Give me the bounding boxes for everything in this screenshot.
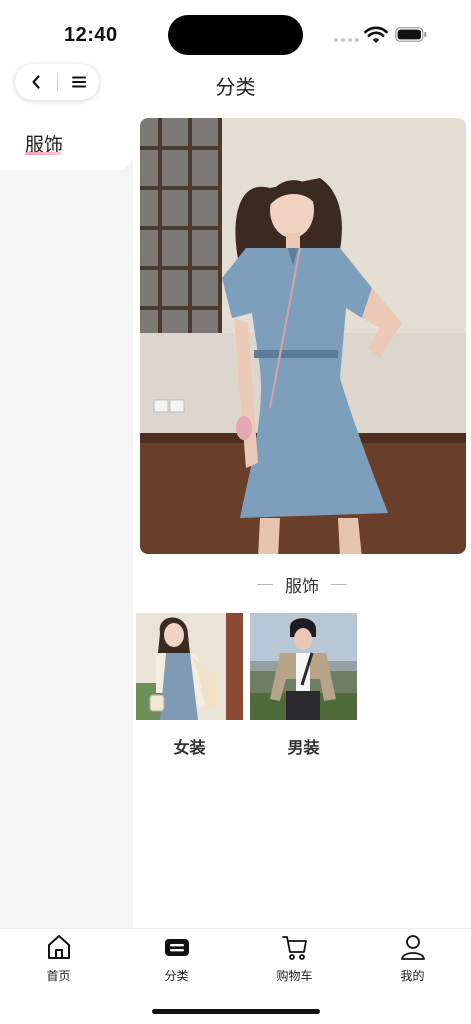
selected-indicator: [25, 152, 61, 155]
profile-icon: [400, 935, 425, 960]
women-photo: [136, 613, 243, 720]
subcategory-men[interactable]: 男装: [250, 613, 357, 758]
home-icon: [47, 935, 70, 959]
tab-profile[interactable]: 我的: [354, 931, 471, 989]
category-sidebar: 服饰: [0, 112, 133, 928]
tab-label: 首页: [46, 969, 71, 983]
category-icon: [164, 939, 189, 956]
tab-category[interactable]: 分类: [118, 931, 235, 989]
section-title: 服饰: [285, 576, 319, 596]
status-bar: 12:40: [0, 0, 471, 62]
nav-bar: 分类: [0, 62, 471, 106]
heading-line-right: [331, 583, 347, 585]
wifi-icon: [364, 26, 388, 43]
home-indicator: [152, 1009, 320, 1014]
tab-home[interactable]: 首页: [0, 931, 117, 989]
page-title: 分类: [215, 77, 256, 99]
subcategory-thumbnail: [136, 613, 243, 720]
status-time: 12:40: [64, 24, 118, 46]
battery-icon: [395, 27, 427, 42]
subcategory-thumbnail: [250, 613, 357, 720]
tab-cart[interactable]: 购物车: [236, 931, 353, 989]
tab-label: 分类: [164, 969, 189, 983]
heading-line-left: [257, 583, 273, 585]
tab-label: 我的: [400, 969, 425, 983]
subcategory-label: 女装: [173, 740, 206, 757]
cellular-signal-icon: [334, 38, 359, 42]
men-photo: [250, 613, 357, 720]
category-banner-image[interactable]: [140, 118, 466, 554]
subcategory-label: 男装: [287, 740, 320, 757]
banner-photo: [140, 118, 466, 554]
cart-icon: [281, 936, 307, 960]
subcategory-women[interactable]: 女装: [136, 613, 243, 758]
sidebar-item-apparel[interactable]: 服饰: [0, 112, 133, 170]
section-heading: 服饰: [133, 572, 471, 596]
tab-label: 购物车: [276, 969, 313, 983]
dynamic-island: [168, 15, 303, 55]
